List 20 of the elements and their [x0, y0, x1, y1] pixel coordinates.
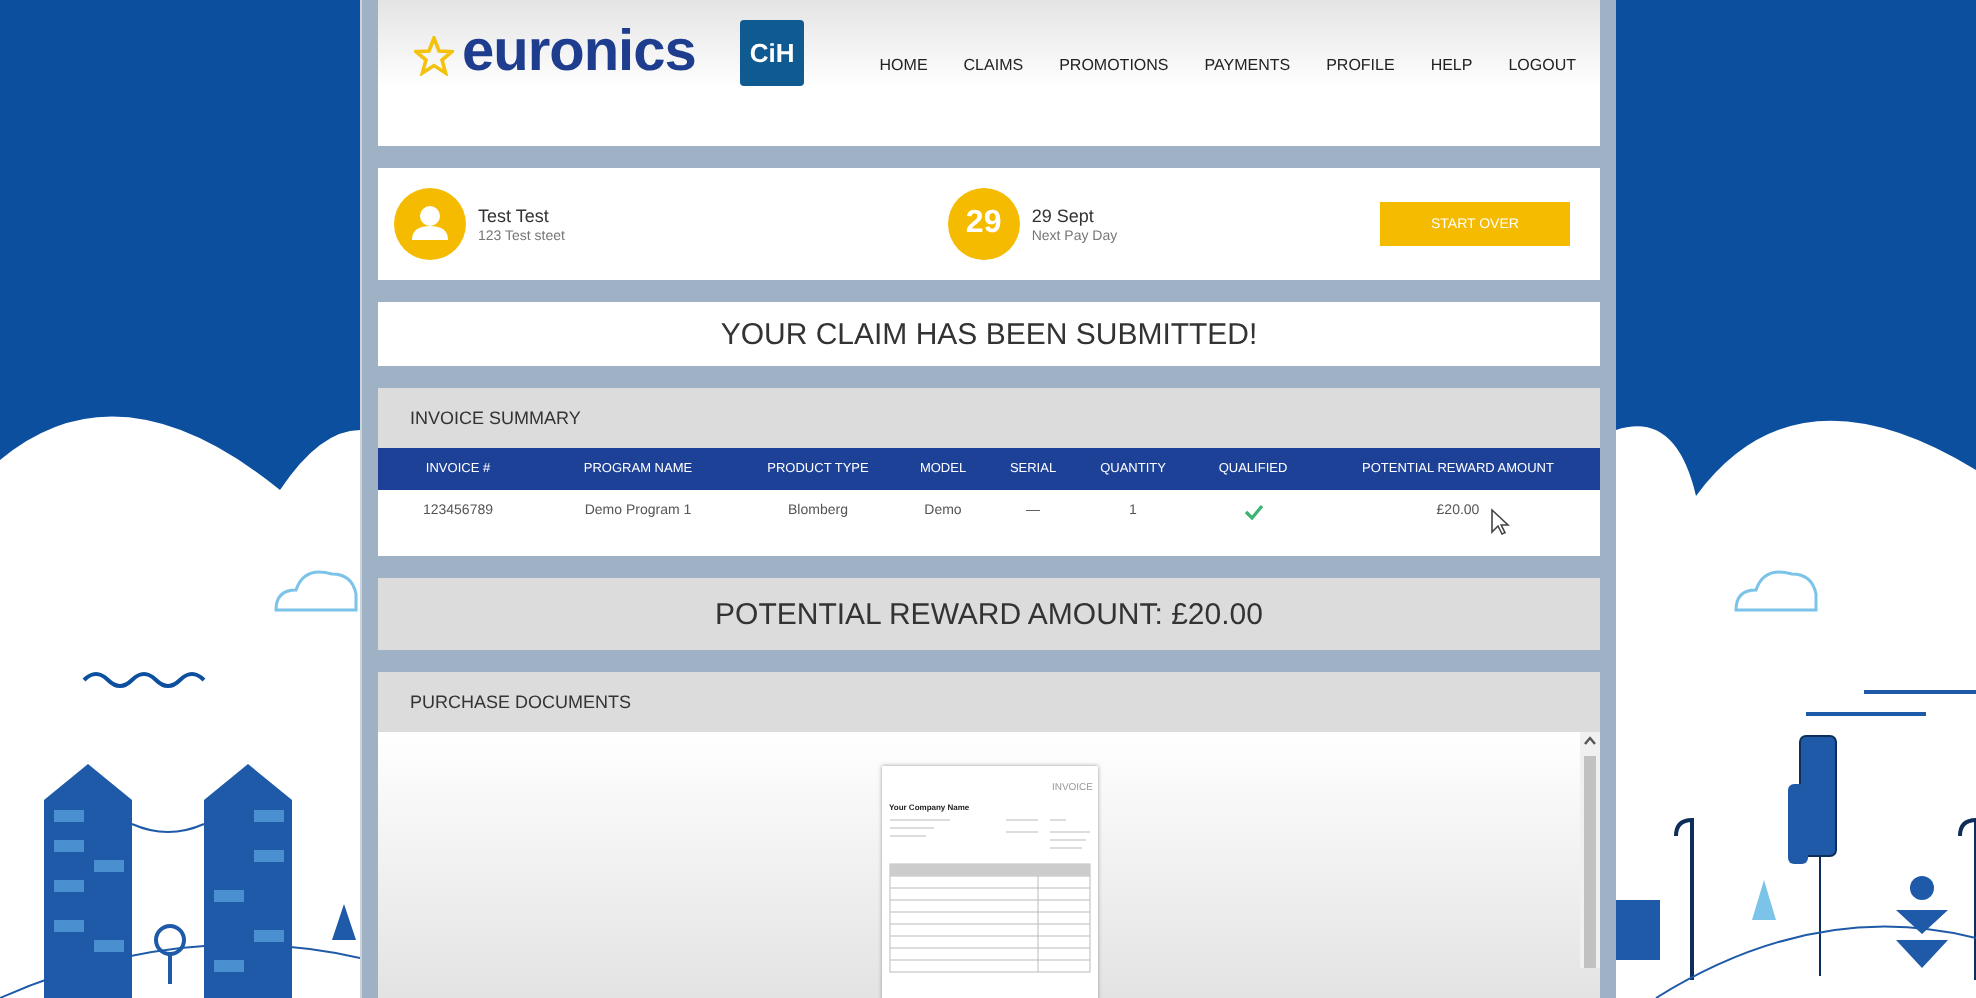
brand-logo[interactable]: euronics: [462, 20, 696, 86]
star-icon: [414, 36, 454, 76]
reward-total: POTENTIAL REWARD AMOUNT: £20.00: [715, 597, 1263, 631]
nav-link[interactable]: PROFILE: [1326, 56, 1395, 74]
avatar-icon: [394, 188, 466, 260]
nav-link[interactable]: PROMOTIONS: [1059, 56, 1169, 74]
day-badge: 29: [947, 188, 1020, 260]
pay-date: 29 Sept: [1031, 205, 1096, 225]
nav-link[interactable]: HOME: [879, 56, 928, 74]
mouse-cursor-icon: [1490, 508, 1510, 536]
submitted-message: YOUR CLAIM HAS BEEN SUBMITTED!: [720, 317, 1258, 351]
user-name: Test Test: [478, 205, 551, 225]
nav-link[interactable]: LOGOUT: [1508, 56, 1576, 74]
nav-link[interactable]: PAYMENTS: [1204, 56, 1291, 74]
scrollbar[interactable]: [1580, 732, 1600, 968]
nav-link[interactable]: HELP: [1430, 56, 1473, 74]
panel-title: INVOICE SUMMARY: [408, 408, 583, 432]
panel-title: PURCHASE DOCUMENTS: [408, 692, 634, 716]
brand-badge: CiH: [739, 20, 805, 86]
nav-link[interactable]: CLAIMS: [963, 56, 1024, 74]
